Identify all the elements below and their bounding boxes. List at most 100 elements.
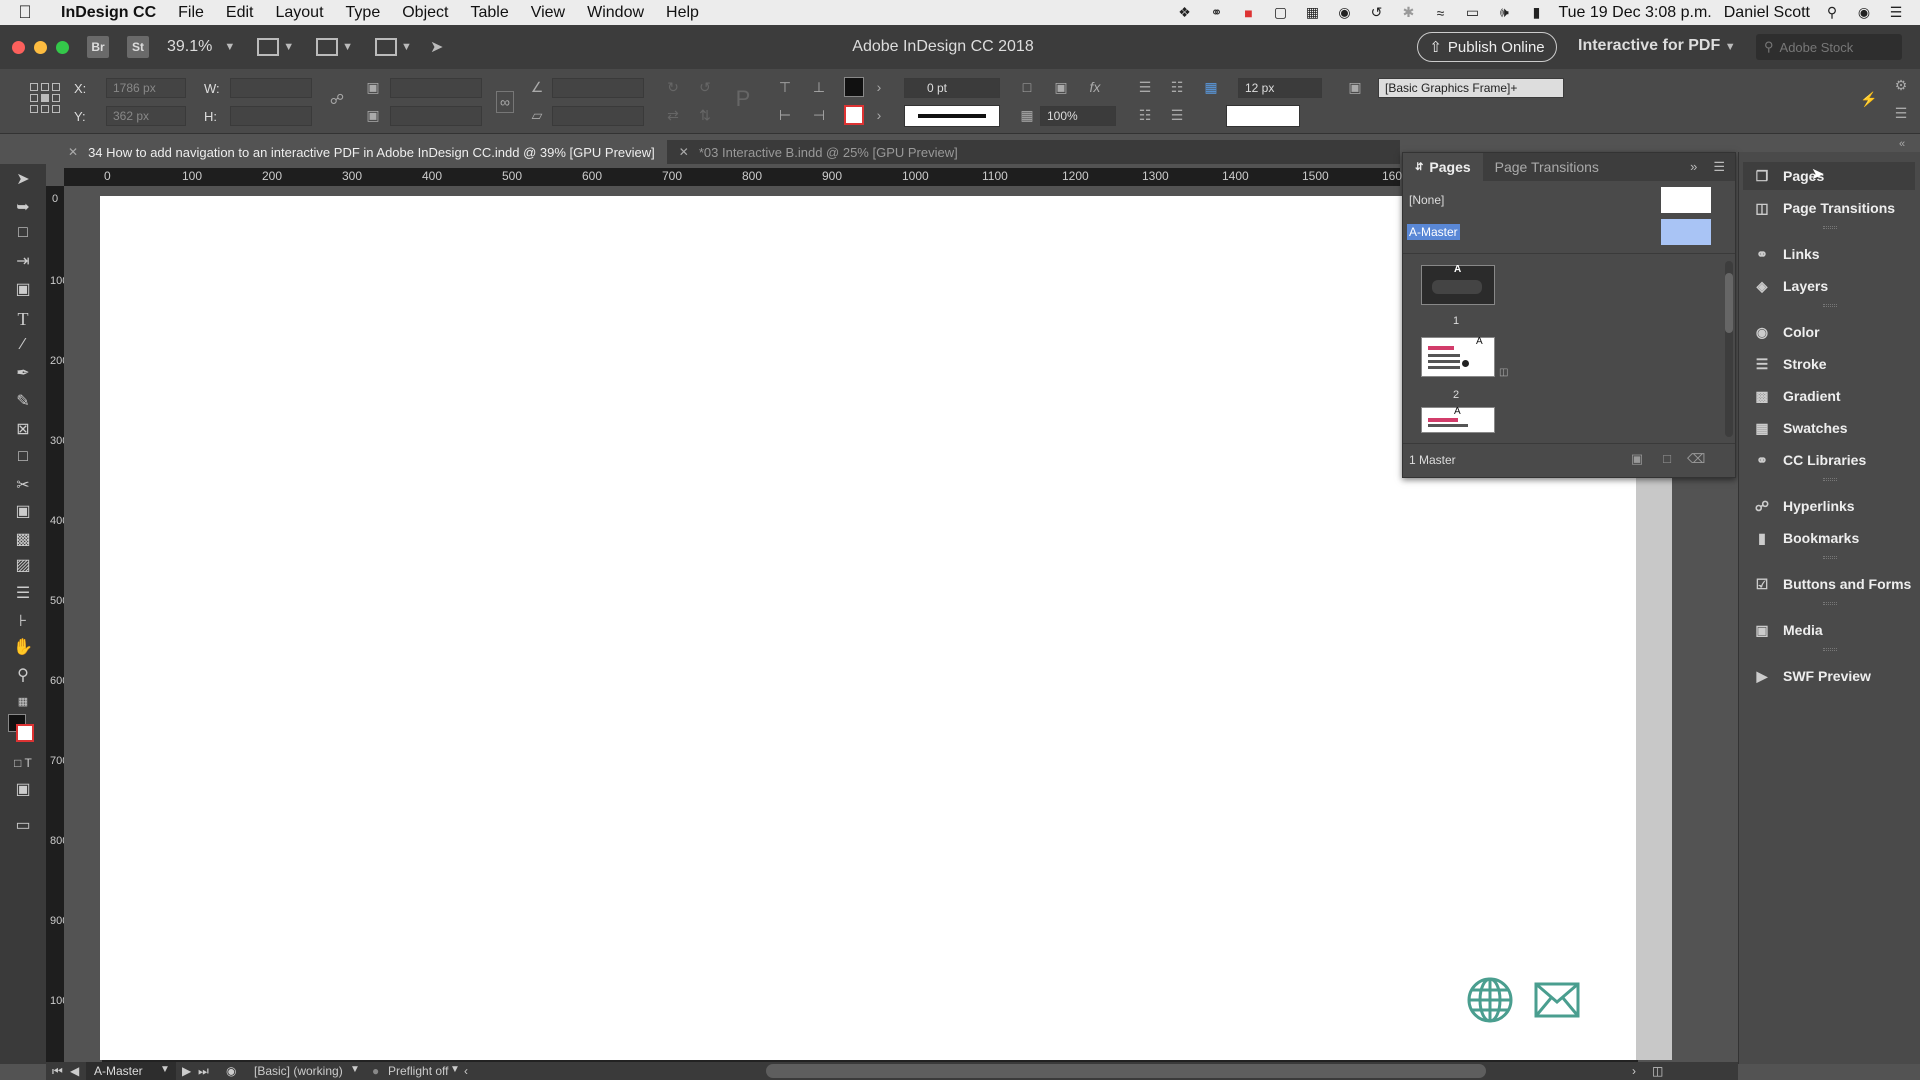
panel-menu-icon[interactable]: ☰ (1713, 159, 1725, 175)
scale-x-field[interactable] (390, 78, 482, 98)
preflight-dropdown-icon[interactable]: ▼ (450, 1064, 460, 1075)
mail-icon[interactable] (1534, 982, 1580, 1018)
document-status[interactable]: [Basic] (working) (254, 1064, 343, 1078)
menubar-user[interactable]: Daniel Scott (1724, 4, 1810, 22)
menubar-clock[interactable]: Tue 19 Dec 3:08 p.m. (1558, 4, 1711, 22)
scale-y-field[interactable] (390, 106, 482, 126)
shear-field[interactable] (552, 106, 644, 126)
menu-window[interactable]: Window (576, 4, 655, 22)
master-none-row[interactable]: [None] (1403, 185, 1735, 213)
menu-object[interactable]: Object (391, 4, 459, 22)
x-field[interactable]: 1786 px (106, 78, 186, 98)
type-path-icon[interactable]: P (734, 86, 752, 111)
open-document-icon[interactable]: ◉ (226, 1064, 236, 1078)
zoom-window-button[interactable] (56, 40, 69, 54)
previous-page-icon[interactable]: ◀ (70, 1064, 79, 1078)
flip-vertical-icon[interactable]: ⇅ (696, 107, 714, 123)
control-panel-settings-icon[interactable]: ⚙ (1892, 77, 1910, 93)
dock-item-swatches[interactable]: ▦ Swatches (1743, 414, 1915, 442)
dock-item-page-transitions[interactable]: ◫ Page Transitions (1743, 194, 1915, 222)
page-selector-dropdown-icon[interactable]: ▼ (160, 1064, 170, 1075)
scale-x-icon[interactable]: ▣ (364, 79, 382, 95)
hand-tool-icon[interactable]: ✋ (12, 636, 34, 658)
corner-size-field[interactable]: 12 px (1238, 78, 1322, 98)
y-field[interactable]: 362 px (106, 106, 186, 126)
new-page-icon[interactable]: □ (1659, 451, 1675, 467)
publish-rocket-icon[interactable]: ➤ (430, 37, 443, 57)
direct-selection-tool-icon[interactable]: ➥ (12, 196, 34, 218)
pages-scrollbar-thumb[interactable] (1725, 273, 1733, 333)
publish-online-button[interactable]: ⇧ Publish Online (1417, 32, 1557, 62)
object-style-dropdown[interactable]: [Basic Graphics Frame]+ (1378, 78, 1564, 98)
fill-swatch[interactable] (844, 77, 864, 97)
time-machine-icon[interactable]: ↺ (1366, 4, 1386, 21)
page-thumbnail-1[interactable]: A (1421, 264, 1495, 305)
pen-tool-icon[interactable]: ✒ (12, 362, 34, 384)
rectangle-tool-icon[interactable]: □ (12, 446, 34, 468)
wrap-shape-icon[interactable]: ☷ (1168, 79, 1186, 95)
bluetooth-icon[interactable]: ✱ (1398, 4, 1418, 21)
reference-point-icon[interactable] (30, 83, 60, 113)
extension-icon[interactable]: ◉ (1334, 4, 1354, 21)
horizontal-scrollbar-thumb[interactable] (766, 1064, 1486, 1078)
close-window-button[interactable] (12, 40, 25, 54)
free-transform-tool-icon[interactable]: ▣ (12, 500, 34, 522)
formatting-container-icon[interactable]: □ T (12, 752, 34, 774)
scale-y-icon[interactable]: ▣ (364, 107, 382, 123)
stroke-type-dropdown[interactable] (904, 105, 1000, 127)
rotate-cw-icon[interactable]: ↻ (664, 79, 682, 95)
zoom-level[interactable]: 39.1% (167, 38, 212, 56)
shear-icon[interactable]: ▱ (528, 107, 546, 123)
fill-stroke-icon[interactable] (8, 714, 34, 742)
rotation-field[interactable] (552, 78, 644, 98)
dock-item-bookmarks[interactable]: ▮ Bookmarks (1743, 524, 1915, 552)
menu-table[interactable]: Table (459, 4, 519, 22)
tab-document-34[interactable]: ✕ 34 How to add navigation to an interac… (56, 140, 667, 164)
menu-help[interactable]: Help (655, 4, 710, 22)
lightning-icon[interactable]: ⚡ (1860, 91, 1878, 107)
notification-center-icon[interactable]: ☰ (1886, 4, 1906, 21)
wrap-around-icon[interactable]: ☰ (1136, 79, 1154, 95)
line-tool-icon[interactable]: ∕ (12, 334, 34, 356)
globe-icon[interactable] (1466, 976, 1514, 1024)
dock-item-links[interactable]: ⚭ Links (1743, 240, 1915, 268)
menu-edit[interactable]: Edit (215, 4, 265, 22)
align-center-icon[interactable]: ⊥ (810, 79, 828, 95)
delete-page-icon[interactable]: ⌫ (1687, 451, 1705, 467)
last-page-icon[interactable]: ⏭ (198, 1064, 209, 1079)
dock-item-stroke[interactable]: ☰ Stroke (1743, 350, 1915, 378)
arrange-documents-dropdown-icon[interactable]: ▼ (401, 41, 412, 53)
screen-mode-icon[interactable] (316, 38, 339, 56)
page-tool-icon[interactable]: □ (12, 222, 34, 244)
arrange-documents-icon[interactable] (375, 38, 398, 56)
minimize-window-button[interactable] (34, 40, 47, 54)
tab-pages[interactable]: ⇵ Pages (1403, 153, 1483, 181)
opacity-icon[interactable]: ▦ (1018, 107, 1036, 123)
dock-item-buttons-and-forms[interactable]: ☑ Buttons and Forms (1743, 570, 1915, 598)
align-left-icon[interactable]: ⊢ (776, 107, 794, 123)
fill-menu-icon[interactable]: › (870, 79, 888, 95)
zoom-tool-icon[interactable]: ⚲ (12, 664, 34, 686)
menu-app-name[interactable]: InDesign CC (50, 4, 167, 22)
red-record-icon[interactable]: ■ (1238, 5, 1258, 21)
adobe-stock-search[interactable]: ⚲ Adobe Stock (1756, 34, 1902, 60)
zoom-dropdown-icon[interactable]: ▼ (224, 41, 235, 53)
pencil-tool-icon[interactable]: ✎ (12, 390, 34, 412)
screen-mode-tool-icon[interactable]: ▭ (12, 814, 34, 836)
rectangle-frame-tool-icon[interactable]: ⊠ (12, 418, 34, 440)
preflight-status[interactable]: Preflight off (388, 1064, 448, 1078)
creative-cloud-icon[interactable]: ⚭ (1206, 4, 1226, 21)
selection-tool-icon[interactable]: ➤ (12, 168, 34, 190)
battery-icon[interactable]: ▮ (1526, 4, 1546, 21)
gap-tool-icon[interactable]: ⇥ (12, 250, 34, 272)
control-panel-menu-icon[interactable]: ☰ (1892, 105, 1910, 121)
dock-item-gradient[interactable]: ▩ Gradient (1743, 382, 1915, 410)
master-a-row[interactable]: A-Master (1403, 217, 1735, 245)
rotate-ccw-icon[interactable]: ↺ (696, 79, 714, 95)
dock-item-media[interactable]: ▣ Media (1743, 616, 1915, 644)
bridge-button[interactable]: Br (87, 36, 109, 58)
scroll-right-icon[interactable]: › (1632, 1064, 1636, 1078)
stock-button[interactable]: St (127, 36, 149, 58)
apply-color-icon[interactable]: ▣ (12, 778, 34, 800)
page-thumbnail-2[interactable]: A (1421, 336, 1495, 377)
